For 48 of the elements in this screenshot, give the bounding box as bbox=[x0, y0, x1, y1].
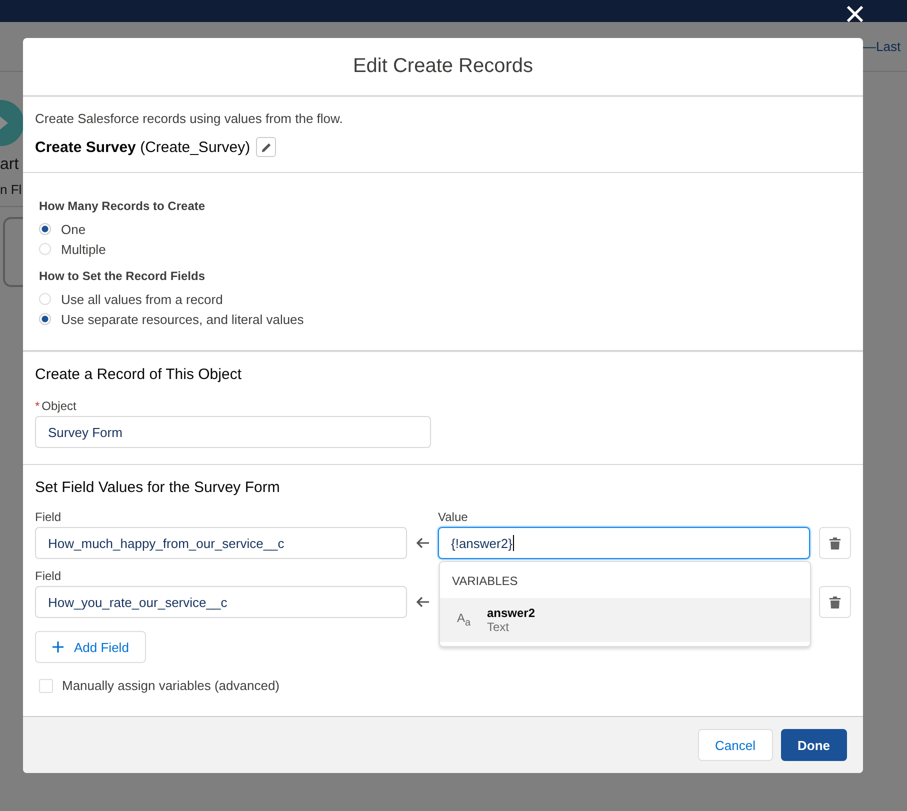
radio-option[interactable]: Use all values from a record bbox=[39, 289, 847, 309]
modal-title: Edit Create Records bbox=[352, 55, 534, 78]
radio-button[interactable] bbox=[39, 293, 51, 305]
add-field-button[interactable]: Add Field bbox=[35, 631, 146, 663]
description-text: Create Salesforce records using values from the flow. bbox=[35, 111, 344, 126]
radio-button[interactable] bbox=[39, 313, 51, 325]
start-sublabel: n Fl bbox=[0, 182, 22, 197]
arrow-icon bbox=[416, 537, 430, 549]
pencil-icon bbox=[260, 142, 272, 152]
close-icon[interactable] bbox=[846, 5, 864, 23]
field-input[interactable]: How_you_rate_our_service__c bbox=[35, 586, 407, 618]
checkbox[interactable] bbox=[39, 678, 53, 692]
value-field[interactable]: {!answer2} bbox=[438, 527, 810, 559]
radio-option[interactable]: Multiple bbox=[39, 239, 847, 259]
section-heading: Set Field Values for the Survey Form bbox=[35, 479, 281, 496]
field-label: Field bbox=[35, 569, 62, 583]
last-modified-link[interactable]: —Last bbox=[863, 39, 901, 54]
radio-button[interactable] bbox=[39, 223, 51, 235]
cancel-button[interactable]: Cancel bbox=[698, 729, 772, 761]
radio-option[interactable]: Use separate resources, and literal values bbox=[39, 309, 847, 329]
group-label: How Many Records to Create bbox=[39, 199, 206, 213]
radio-button[interactable] bbox=[39, 243, 51, 255]
field-label: Field bbox=[35, 510, 62, 524]
delete-button[interactable] bbox=[819, 586, 851, 618]
done-button[interactable]: Done bbox=[780, 729, 847, 761]
element-name: Create Survey (Create_Survey) bbox=[35, 138, 250, 156]
trash-icon bbox=[829, 536, 841, 550]
object-field[interactable]: Survey Form bbox=[35, 416, 431, 448]
text-type-icon: A$_{a}$ bbox=[457, 611, 473, 629]
field-input[interactable]: How_much_happy_from_our_service__c bbox=[35, 527, 407, 559]
arrow-icon bbox=[416, 596, 430, 608]
field-label: Object bbox=[42, 399, 76, 413]
group-label: How to Set the Record Fields bbox=[39, 269, 206, 283]
trash-icon bbox=[829, 596, 841, 608]
dropdown-heading: VARIABLES bbox=[451, 573, 519, 590]
radio-option[interactable]: One bbox=[39, 219, 847, 239]
field-label: Value bbox=[438, 510, 469, 524]
plus-icon bbox=[52, 641, 64, 653]
variable-type: Text bbox=[487, 620, 510, 634]
checkbox-option[interactable]: Manually assign variables (advanced) bbox=[39, 678, 851, 693]
value-text: {!answer2} bbox=[451, 536, 512, 550]
variable-name: answer2 bbox=[487, 606, 536, 620]
start-label: art bbox=[0, 156, 19, 174]
edit-button[interactable] bbox=[256, 137, 276, 157]
variable-option[interactable]: A$_{a}$ answer2 Text bbox=[440, 598, 810, 642]
delete-button[interactable] bbox=[819, 527, 851, 559]
section-heading: Create a Record of This Object bbox=[35, 366, 242, 383]
required-mark: * bbox=[35, 399, 40, 413]
